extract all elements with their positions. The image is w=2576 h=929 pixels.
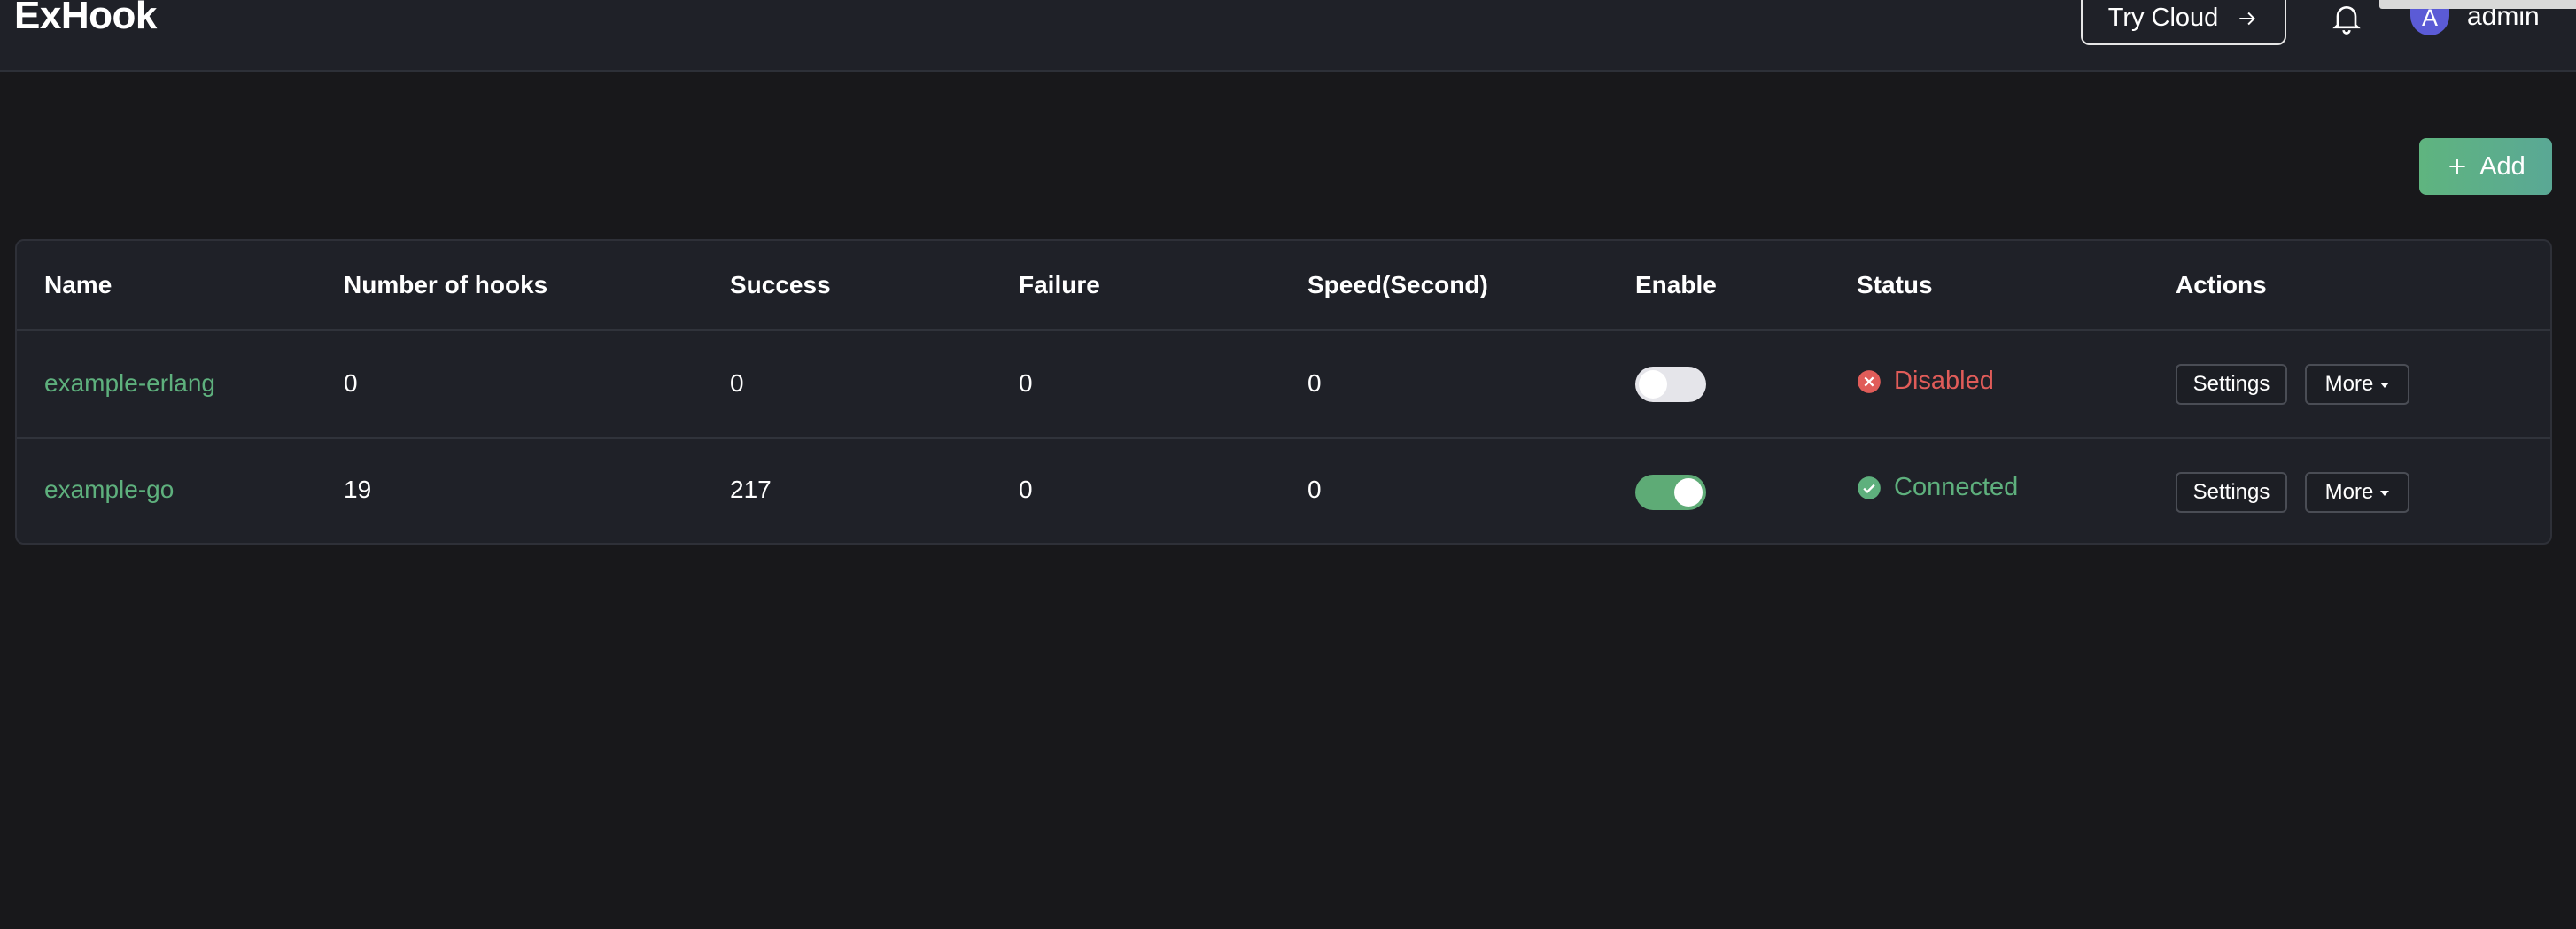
bell-icon[interactable] — [2327, 0, 2366, 35]
more-label: More — [2324, 372, 2374, 396]
settings-button[interactable]: Settings — [2176, 472, 2287, 513]
success-count: 217 — [730, 476, 772, 503]
close-circle-icon — [1858, 369, 1881, 393]
exhook-table: Name Number of hooks Success Failure Spe… — [15, 239, 2552, 545]
toggle-knob — [1674, 478, 1703, 507]
more-button[interactable]: More — [2305, 472, 2409, 513]
caret-down-icon — [2380, 383, 2390, 388]
status-text: Connected — [1894, 473, 2019, 501]
column-header-success: Success — [730, 271, 831, 298]
enable-toggle[interactable] — [1635, 367, 1706, 402]
column-header-name: Name — [44, 271, 113, 298]
try-cloud-label: Try Cloud — [2107, 4, 2219, 32]
table-row: example-erlang 0 0 0 0 Disabled Settings… — [17, 331, 2550, 439]
top-header: ExHook Try Cloud A admin — [0, 0, 2576, 72]
corner-tab — [2379, 0, 2576, 9]
success-count: 0 — [730, 369, 744, 397]
settings-button[interactable]: Settings — [2176, 364, 2287, 405]
status-badge: Disabled — [1857, 367, 1994, 396]
caret-down-icon — [2380, 491, 2390, 496]
failure-count: 0 — [1019, 476, 1033, 503]
check-circle-icon — [1858, 476, 1881, 499]
try-cloud-button[interactable]: Try Cloud — [2081, 0, 2286, 45]
enable-toggle[interactable] — [1635, 475, 1706, 510]
table-row: example-go 19 217 0 0 Connected Settings… — [17, 439, 2550, 543]
speed-value: 0 — [1307, 369, 1322, 397]
more-button[interactable]: More — [2305, 364, 2409, 405]
page-title: ExHook — [14, 0, 157, 37]
speed-value: 0 — [1307, 476, 1322, 503]
column-header-enable: Enable — [1635, 271, 1717, 298]
hooks-count: 19 — [344, 476, 372, 503]
hook-name-link[interactable]: example-go — [44, 476, 174, 504]
hook-name-link[interactable]: example-erlang — [44, 369, 215, 398]
add-button[interactable]: Add — [2419, 138, 2552, 195]
table-header: Name Number of hooks Success Failure Spe… — [17, 241, 2550, 331]
more-label: More — [2324, 480, 2374, 504]
column-header-failure: Failure — [1019, 271, 1100, 298]
status-badge: Connected — [1857, 473, 2018, 502]
column-header-hooks: Number of hooks — [344, 271, 548, 298]
column-header-status: Status — [1857, 271, 1933, 298]
failure-count: 0 — [1019, 369, 1033, 397]
column-header-actions: Actions — [2176, 271, 2267, 298]
arrow-right-icon — [2239, 12, 2256, 25]
status-text: Disabled — [1894, 367, 1994, 395]
column-header-speed: Speed(Second) — [1307, 271, 1488, 298]
plus-icon — [2449, 159, 2465, 174]
toggle-knob — [1639, 370, 1667, 399]
add-button-label: Add — [2479, 151, 2526, 181]
hooks-count: 0 — [344, 369, 358, 397]
